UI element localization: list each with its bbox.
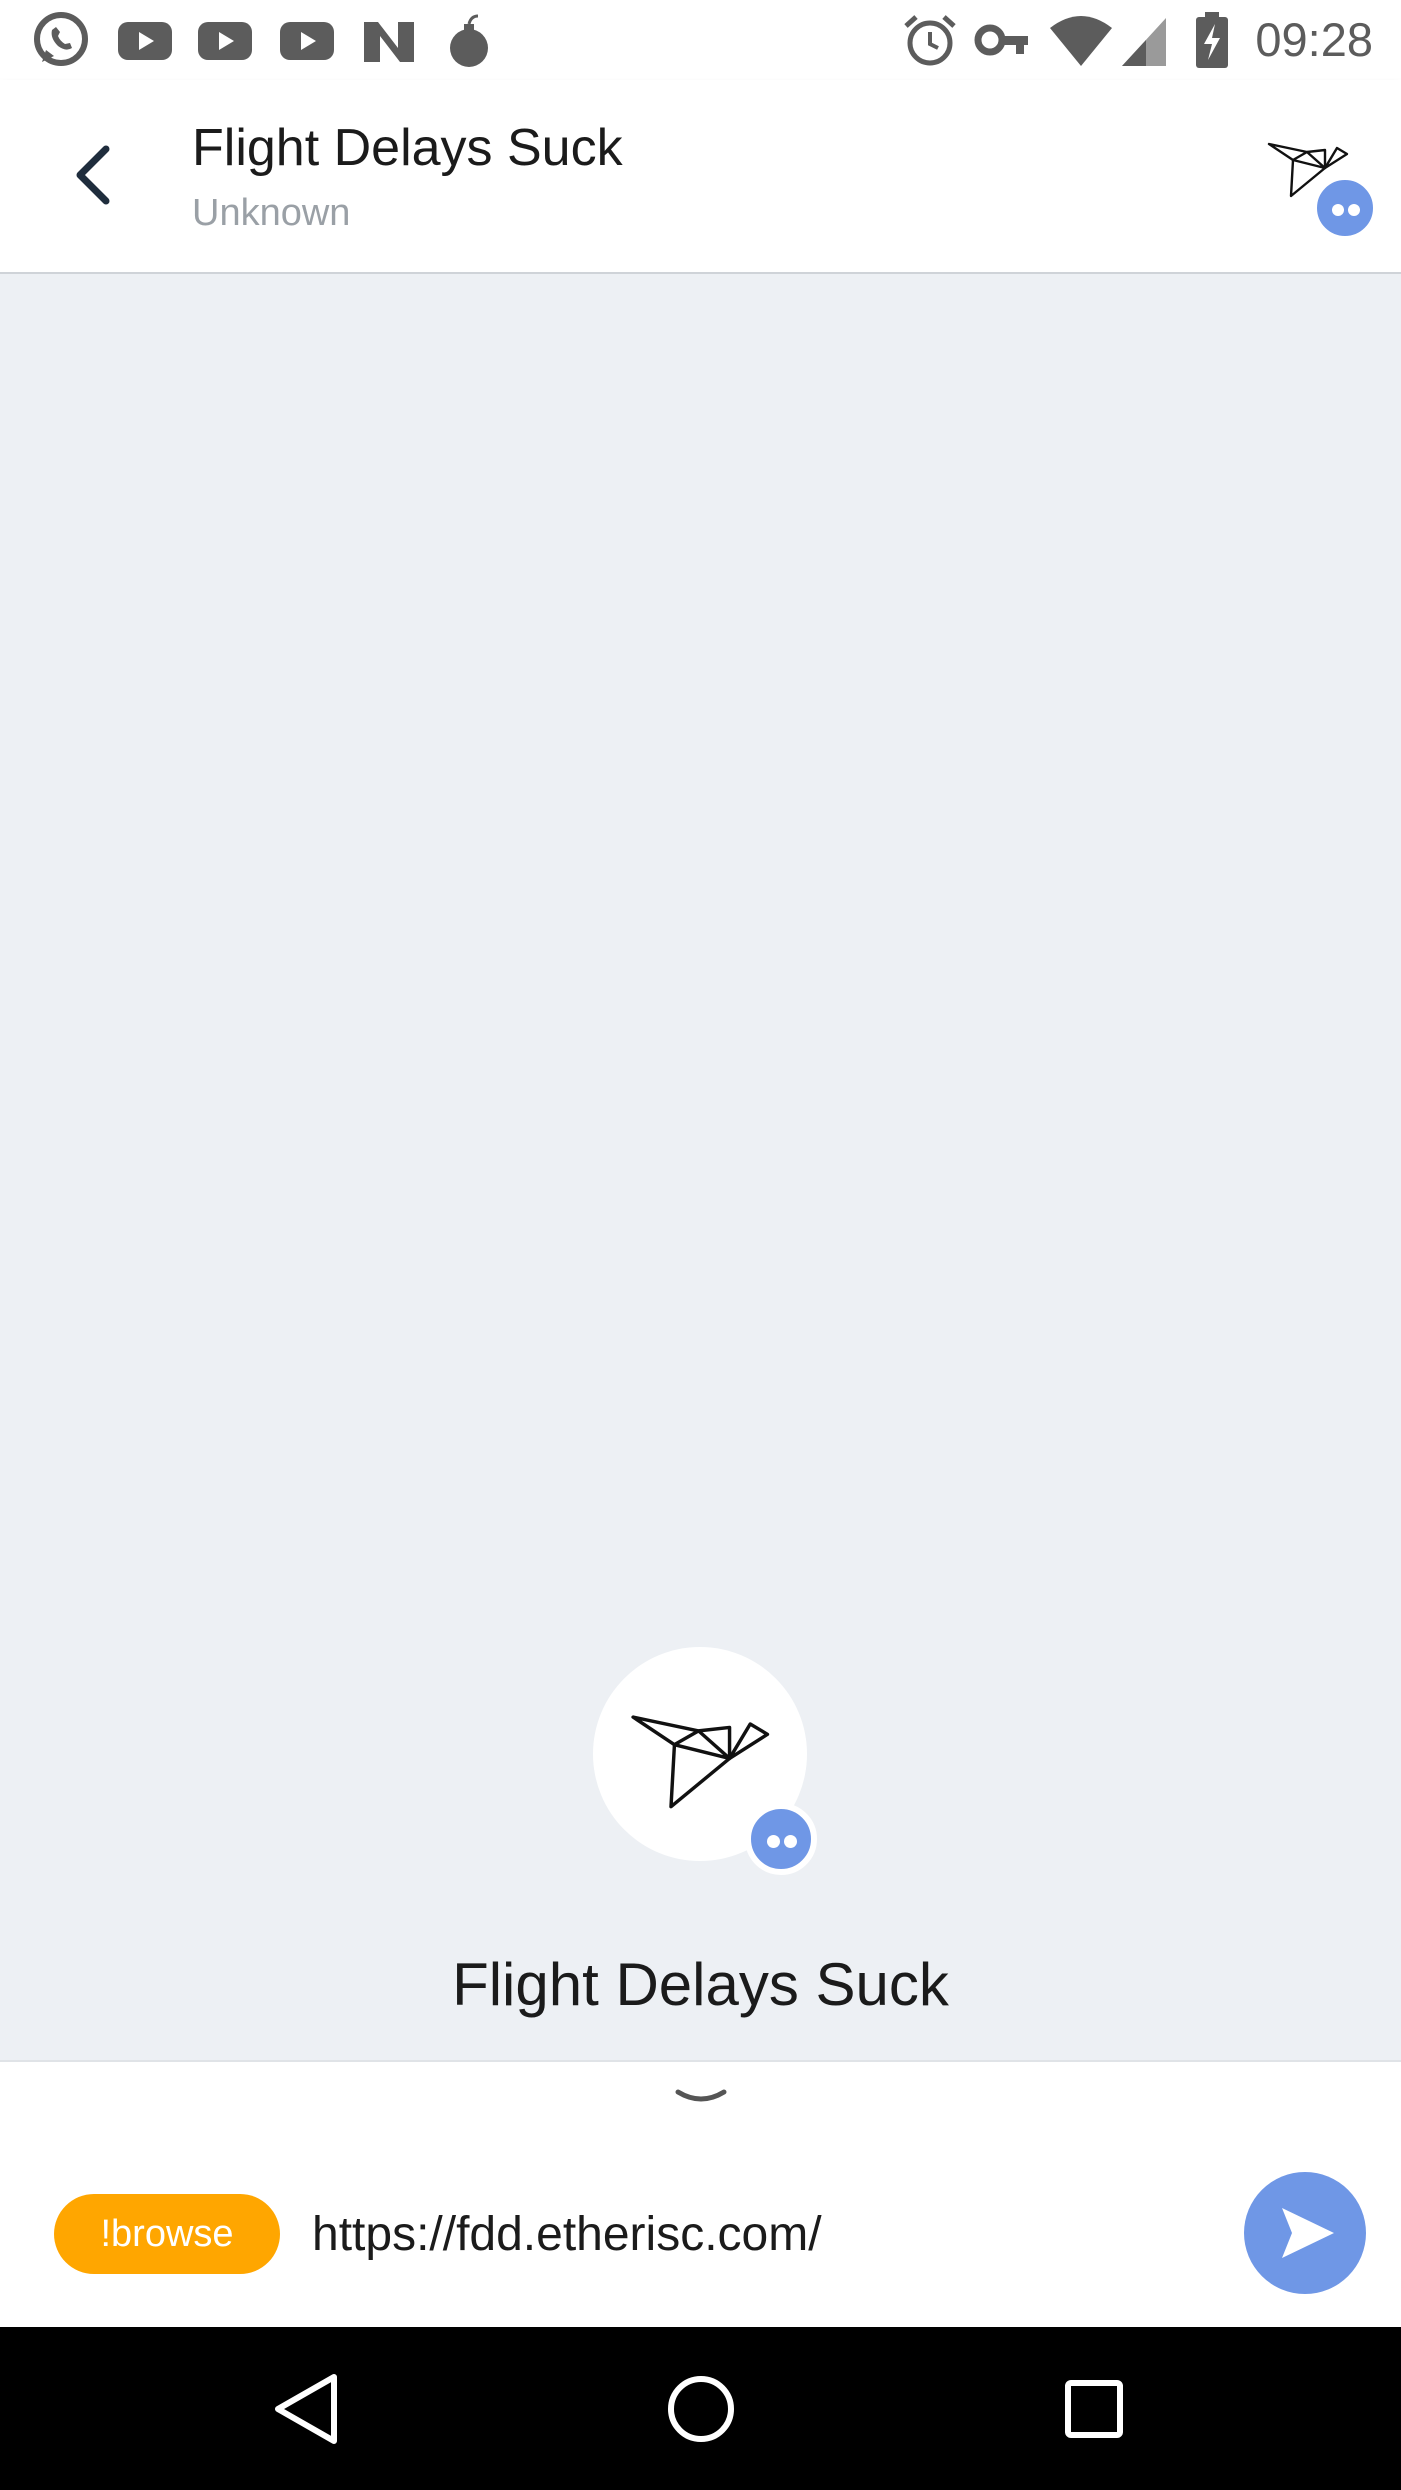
chat-header: Flight Delays Suck Unknown	[0, 80, 1401, 274]
youtube-icon	[198, 22, 252, 60]
n-app-icon	[364, 22, 414, 62]
battery-charging-icon	[1196, 12, 1228, 68]
bomb-icon	[450, 14, 488, 67]
alarm-icon	[904, 15, 956, 66]
message-composer: !browse	[0, 2134, 1401, 2327]
chat-subtitle: Unknown	[192, 192, 351, 234]
send-button[interactable]	[1244, 2172, 1366, 2294]
recents-square-icon[interactable]	[1054, 2369, 1134, 2449]
chevron-down-icon	[675, 2089, 727, 2102]
chat-title: Flight Delays Suck	[192, 119, 623, 177]
status-bar: 09:28	[0, 0, 1401, 80]
clock-time: 09:28	[1255, 13, 1373, 66]
whatsapp-icon	[34, 12, 88, 66]
message-input[interactable]	[312, 2184, 1212, 2284]
browse-command-chip[interactable]: !browse	[54, 2194, 280, 2274]
signal-icon	[1122, 18, 1166, 66]
vpn-key-icon	[974, 24, 1028, 56]
system-nav-bar	[0, 2327, 1401, 2490]
collapse-suggestions-button[interactable]	[0, 2060, 1401, 2136]
contact-avatar-button[interactable]	[1267, 130, 1379, 242]
wifi-icon	[1050, 16, 1112, 66]
back-button[interactable]	[60, 135, 130, 215]
dapp-badge-icon	[1311, 174, 1379, 242]
dapp-badge-icon	[745, 1803, 817, 1875]
profile-name: Flight Delays Suck	[452, 1951, 949, 2018]
home-circle-icon[interactable]	[661, 2369, 741, 2449]
back-triangle-icon[interactable]	[268, 2369, 348, 2449]
youtube-icon	[280, 22, 334, 60]
profile-avatar	[593, 1647, 817, 1875]
origami-bird-icon	[631, 1715, 770, 1809]
youtube-icon	[118, 22, 172, 60]
send-arrow-icon	[1282, 2208, 1334, 2258]
